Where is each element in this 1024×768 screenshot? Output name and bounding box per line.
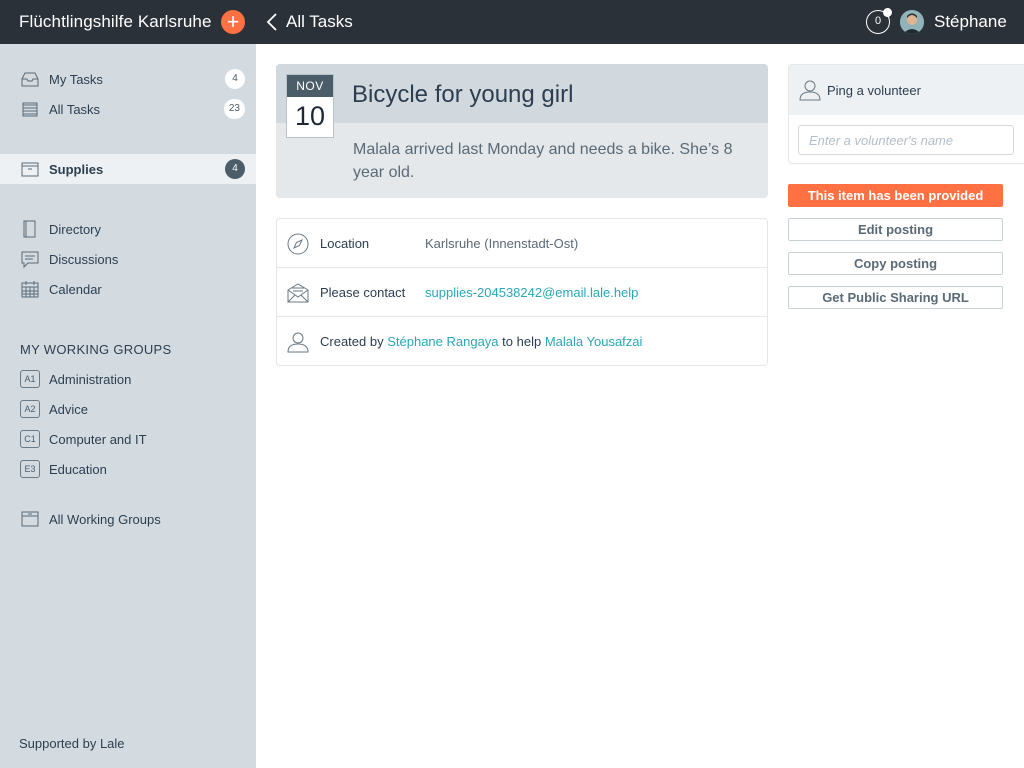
book-icon <box>20 219 40 239</box>
copy-posting-button[interactable]: Copy posting <box>788 252 1003 275</box>
task-description: Malala arrived last Monday and needs a b… <box>353 141 733 181</box>
public-sharing-url-button[interactable]: Get Public Sharing URL <box>788 286 1003 309</box>
sidebar-item-all-working-groups[interactable]: All Working Groups <box>0 504 256 534</box>
notification-dot-icon <box>883 8 892 17</box>
compass-icon <box>286 232 310 256</box>
task-card: NOV 10 Bicycle for young girl Malala arr… <box>276 64 768 198</box>
date-day: 10 <box>294 101 326 131</box>
contact-label: Please contact <box>320 285 406 300</box>
user-avatar-icon <box>900 10 924 34</box>
sidebar-item-group-computer-it[interactable]: C1 Computer and IT <box>0 424 256 454</box>
created-by-row: Created by Stéphane Rangaya to help Mala… <box>277 317 767 366</box>
count-badge: 4 <box>225 69 245 89</box>
edit-posting-button[interactable]: Edit posting <box>788 218 1003 241</box>
sidebar-item-label: All Tasks <box>49 101 101 117</box>
person-icon <box>286 330 310 354</box>
box-icon <box>20 159 40 179</box>
created-by-text: Created by Stéphane Rangaya to help Mala… <box>320 334 642 349</box>
back-label: All Tasks <box>286 12 353 31</box>
person-icon <box>798 78 822 102</box>
sidebar-item-label: Education <box>49 461 107 477</box>
group-tag: A1 <box>20 370 40 388</box>
notifications-button[interactable]: 0 <box>866 8 892 34</box>
count-badge: 4 <box>225 159 245 179</box>
group-tag: C1 <box>20 430 40 448</box>
date-month: NOV <box>287 75 333 97</box>
top-bar: Flüchtlingshilfe Karlsruhe + All Tasks 0… <box>0 0 1024 44</box>
ping-title: Ping a volunteer <box>827 83 921 98</box>
sidebar: My Tasks 4 All Tasks 23 Supplies 4 Direc… <box>0 44 256 768</box>
sidebar-item-group-advice[interactable]: A2 Advice <box>0 394 256 424</box>
sidebar-item-label: All Working Groups <box>49 511 161 527</box>
sidebar-item-group-education[interactable]: E3 Education <box>0 454 256 484</box>
notification-count: 0 <box>874 15 882 27</box>
group-tag: A2 <box>20 400 40 418</box>
chevron-left-icon <box>266 13 277 31</box>
sidebar-item-label: Calendar <box>49 281 102 297</box>
calendar-icon <box>20 279 40 299</box>
archive-icon <box>20 509 40 529</box>
creator-link[interactable]: Stéphane Rangaya <box>387 334 498 349</box>
back-to-all-tasks[interactable]: All Tasks <box>266 10 353 34</box>
date-badge: NOV 10 <box>286 74 334 138</box>
sidebar-item-supplies[interactable]: Supplies 4 <box>0 154 256 184</box>
sidebar-item-label: Directory <box>49 221 102 237</box>
sidebar-item-my-tasks[interactable]: My Tasks 4 <box>0 64 256 94</box>
sidebar-item-discussions[interactable]: Discussions <box>0 244 256 274</box>
created-prefix: Created by <box>320 334 384 349</box>
stack-icon <box>20 99 40 119</box>
location-row: Location Karlsruhe (Innenstadt-Ost) <box>277 219 767 268</box>
sidebar-item-group-administration[interactable]: A1 Administration <box>0 364 256 394</box>
volunteer-name-input[interactable] <box>798 125 1014 155</box>
location-value: Karlsruhe (Innenstadt-Ost) <box>425 236 579 251</box>
sidebar-item-label: Supplies <box>49 161 104 177</box>
sidebar-item-label: Administration <box>49 371 132 387</box>
help-text: to help <box>502 334 542 349</box>
sidebar-item-label: My Tasks <box>49 71 103 87</box>
user-name[interactable]: Stéphane <box>934 12 1007 32</box>
location-label: Location <box>320 236 370 251</box>
add-button[interactable]: + <box>221 10 245 34</box>
task-title: Bicycle for young girl <box>352 81 574 108</box>
count-badge: 23 <box>223 99 245 119</box>
supported-by-text: Supported by Lale <box>19 736 125 751</box>
ping-volunteer-panel: Ping a volunteer <box>788 64 1024 164</box>
contact-row: Please contact supplies-204538242@email.… <box>277 268 767 317</box>
sidebar-item-directory[interactable]: Directory <box>0 214 256 244</box>
working-groups-title: MY WORKING GROUPS <box>20 342 172 357</box>
beneficiary-link[interactable]: Malala Yousafzai <box>545 334 643 349</box>
item-provided-button[interactable]: This item has been provided <box>788 184 1003 207</box>
sidebar-item-calendar[interactable]: Calendar <box>0 274 256 304</box>
sidebar-item-all-tasks[interactable]: All Tasks 23 <box>0 94 256 124</box>
avatar[interactable] <box>900 10 924 34</box>
sidebar-item-label: Advice <box>49 401 89 417</box>
inbox-icon <box>20 69 40 89</box>
task-details: Location Karlsruhe (Innenstadt-Ost) Plea… <box>276 218 768 366</box>
contact-email-link[interactable]: supplies-204538242@email.lale.help <box>425 285 638 300</box>
sidebar-item-label: Computer and IT <box>49 431 147 447</box>
envelope-icon <box>286 281 310 305</box>
group-tag: E3 <box>20 460 40 478</box>
sidebar-item-label: Discussions <box>49 251 119 267</box>
ping-header: Ping a volunteer <box>789 65 1024 115</box>
chat-icon <box>20 249 40 269</box>
org-name[interactable]: Flüchtlingshilfe Karlsruhe <box>19 12 212 32</box>
